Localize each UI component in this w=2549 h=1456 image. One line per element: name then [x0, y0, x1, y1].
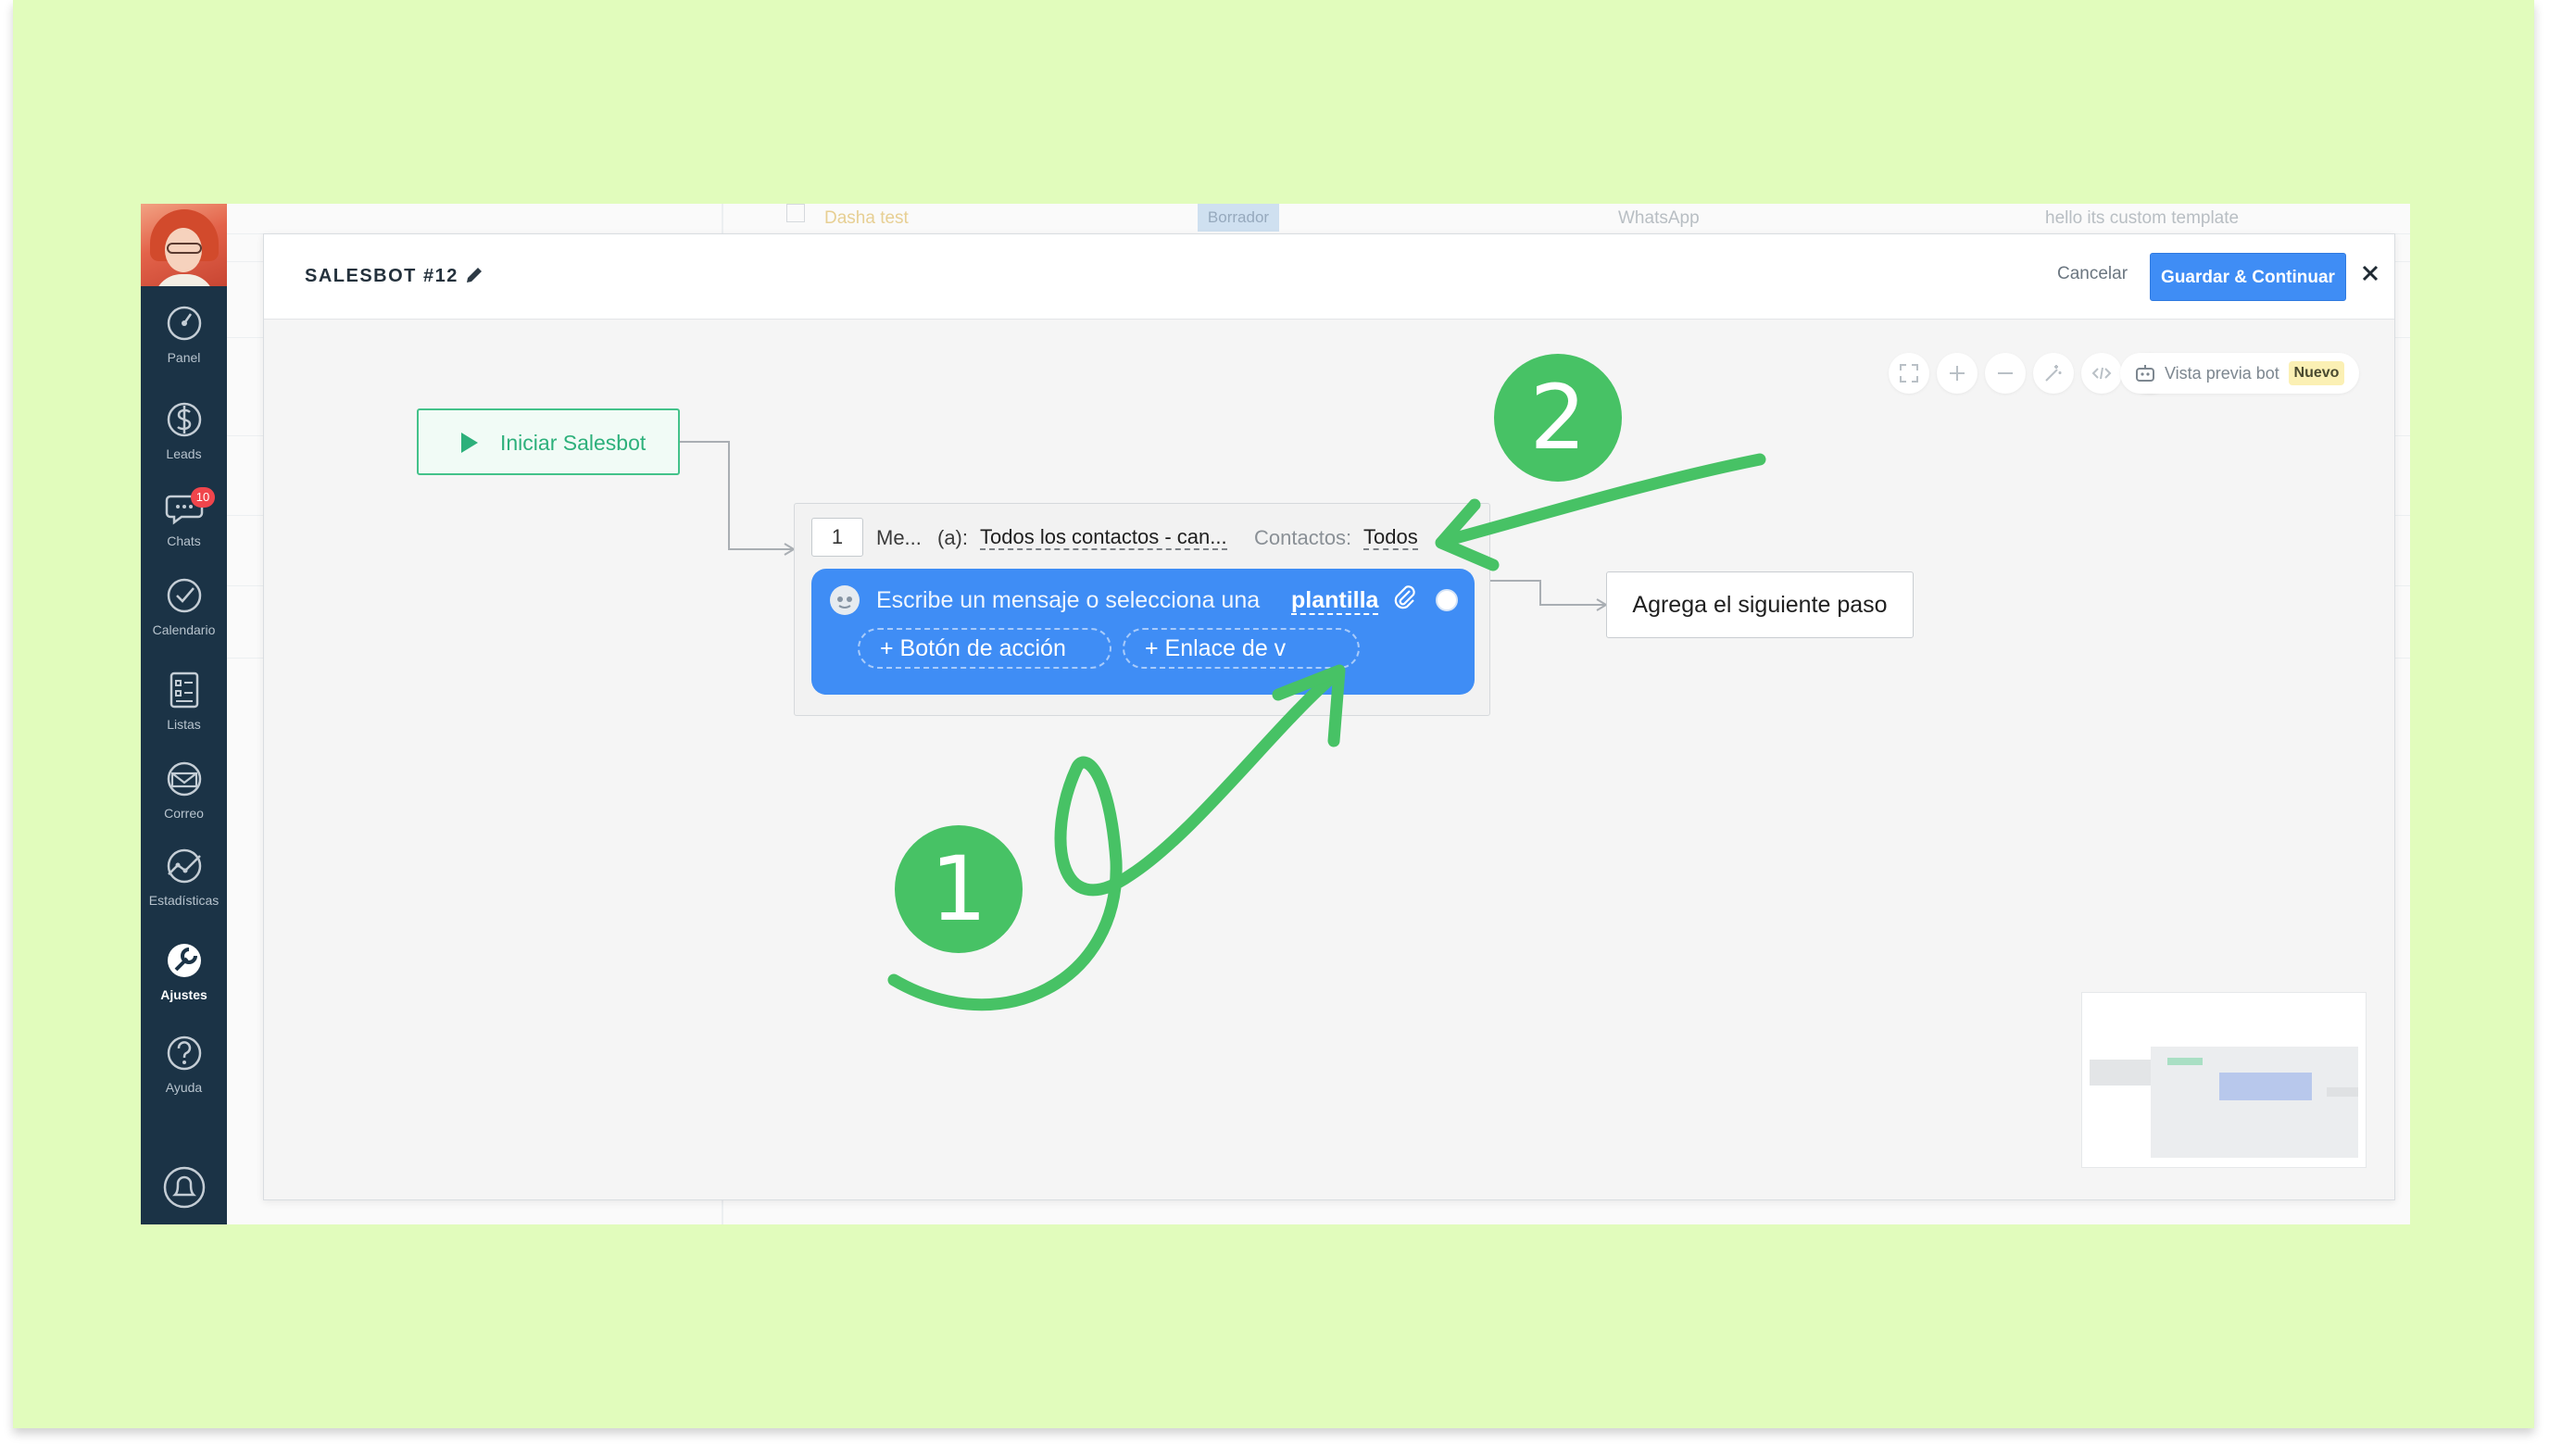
minimap-start-node [2167, 1058, 2203, 1065]
stats-icon [167, 848, 201, 884]
robot-icon [2136, 365, 2154, 382]
add-action-button[interactable]: + Botón de acción [858, 628, 1111, 669]
row-checkbox[interactable] [786, 204, 805, 222]
bg-row-name[interactable]: Dasha test [824, 204, 909, 233]
fullscreen-button[interactable] [1889, 353, 1929, 394]
sidebar-item-label: Ayuda [165, 1080, 203, 1095]
close-icon[interactable] [2359, 262, 2381, 284]
sidebar-item-label: Panel [167, 350, 201, 365]
dashboard-icon [167, 306, 201, 341]
sidebar-item-chats[interactable]: 10 Chats [141, 485, 227, 569]
flow-connectors [680, 441, 1608, 611]
annotation-marker-1: 1 [895, 825, 1023, 953]
output-connector-dot[interactable] [1436, 589, 1458, 611]
checkmark-icon [167, 578, 201, 613]
notifications-bell-icon[interactable] [162, 1163, 207, 1211]
code-view-button[interactable] [2081, 353, 2122, 394]
contacts-label: Contactos: [1254, 526, 1352, 549]
fullscreen-icon [1900, 364, 1918, 383]
save-continue-button[interactable]: Guardar & Continuar [2150, 253, 2346, 301]
minus-icon [1998, 372, 2013, 374]
sidebar: Panel Leads 10 Chats Calendario Listas C… [141, 204, 227, 1224]
minimap-next-node [2327, 1087, 2358, 1097]
minimap-block [2090, 1060, 2151, 1086]
sidebar-item-label: Chats [167, 533, 201, 548]
dollar-icon [167, 402, 201, 437]
user-avatar[interactable] [141, 204, 227, 286]
message-input-box[interactable]: Escribe un mensaje o selecciona una plan… [811, 569, 1475, 695]
salesbot-editor-modal: SALESBOT #12 Cancelar Guardar & Continua… [263, 233, 2395, 1200]
sidebar-item-calendario[interactable]: Calendario [141, 574, 227, 658]
plus-icon [1950, 366, 1965, 381]
bg-row-channel: WhatsApp [1618, 208, 1700, 228]
app-window: Dasha test Borrador WhatsApp hello its c… [141, 204, 2410, 1224]
start-salesbot-node[interactable]: Iniciar Salesbot [417, 408, 680, 475]
sidebar-item-estadisticas[interactable]: Estadísticas [141, 845, 227, 928]
step-name[interactable]: Me... [876, 526, 922, 550]
step-number: 1 [811, 518, 863, 557]
list-icon [170, 672, 198, 709]
recipient-dropdown[interactable]: Todos los contactos - can... [980, 526, 1227, 550]
sidebar-item-label: Estadísticas [148, 893, 220, 908]
bot-preview-button[interactable]: Vista previa bot Nuevo [2120, 353, 2359, 394]
sidebar-item-leads[interactable]: Leads [141, 398, 227, 482]
sidebar-item-label: Calendario [152, 622, 216, 637]
sidebar-item-label: Leads [166, 446, 202, 461]
sidebar-item-ayuda[interactable]: Ayuda [141, 1032, 227, 1115]
annotation-marker-2: 2 [1494, 354, 1622, 482]
template-link[interactable]: plantilla [1291, 587, 1379, 615]
sidebar-item-panel[interactable]: Panel [141, 302, 227, 385]
start-node-label: Iniciar Salesbot [500, 431, 647, 455]
sidebar-item-label: Ajustes [160, 987, 207, 1002]
new-badge: Nuevo [2289, 361, 2344, 385]
cancel-button[interactable]: Cancelar [2057, 264, 2128, 284]
step-to-label: (a): [937, 526, 968, 549]
sidebar-item-listas[interactable]: Listas [141, 669, 227, 752]
preview-label: Vista previa bot [2165, 364, 2279, 383]
minimap-step-node [2219, 1073, 2312, 1100]
play-icon [461, 433, 478, 453]
sidebar-item-ajustes[interactable]: Ajustes [141, 939, 227, 1023]
paperclip-icon[interactable] [1393, 584, 1417, 611]
pencil-icon[interactable] [464, 265, 484, 285]
chats-unread-badge: 10 [191, 487, 215, 508]
bg-row-status-badge: Borrador [1198, 204, 1279, 232]
bot-avatar-icon [830, 585, 860, 615]
zoom-out-button[interactable] [1985, 353, 2026, 394]
bg-row-template: hello its custom template [2045, 208, 2240, 228]
zoom-in-button[interactable] [1937, 353, 1978, 394]
auto-arrange-button[interactable] [2033, 353, 2074, 394]
message-placeholder: Escribe un mensaje o selecciona una [876, 587, 1261, 613]
message-step-card[interactable]: 1 Me... (a): Todos los contactos - can..… [794, 503, 1490, 716]
help-icon [167, 1036, 201, 1071]
sidebar-item-correo[interactable]: Correo [141, 758, 227, 841]
add-link-button[interactable]: + Enlace de v [1123, 628, 1360, 669]
mail-icon [167, 761, 201, 797]
magic-wand-icon [2045, 365, 2062, 382]
modal-header: SALESBOT #12 Cancelar Guardar & Continua… [264, 234, 2394, 320]
code-icon [2091, 367, 2112, 380]
canvas: Dasha test Borrador WhatsApp hello its c… [0, 0, 2549, 1456]
contacts-dropdown[interactable]: Todos [1363, 526, 1418, 550]
salesbot-title: SALESBOT #12 [305, 266, 458, 286]
sidebar-item-label: Correo [164, 806, 204, 821]
add-next-step-button[interactable]: Agrega el siguiente paso [1606, 571, 1914, 638]
sidebar-item-label: Listas [167, 717, 201, 732]
wrench-icon [167, 944, 201, 977]
minimap[interactable] [2081, 992, 2367, 1168]
